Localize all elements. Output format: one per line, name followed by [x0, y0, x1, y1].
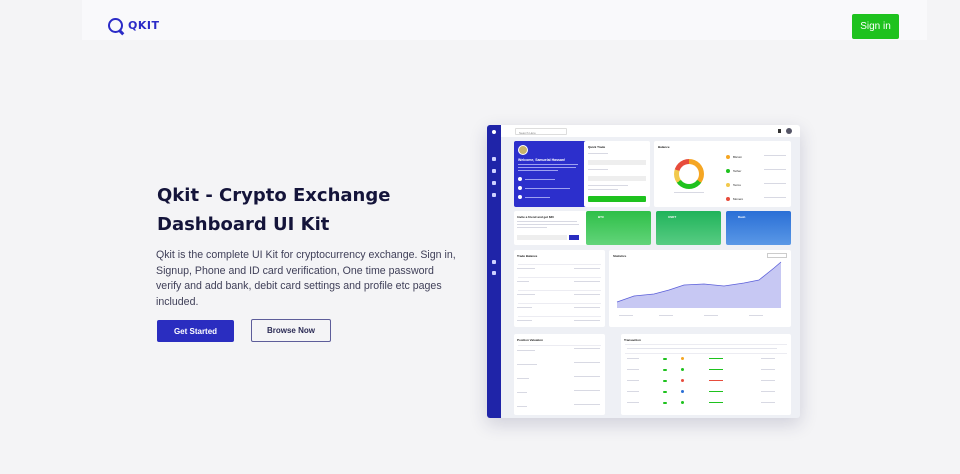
preview-search: Search Here	[515, 128, 567, 135]
sign-in-button[interactable]: Sign in	[852, 14, 899, 39]
preview-sidebar	[487, 125, 501, 418]
hero-title: Qkit - Crypto Exchange Dashboard UI Kit	[157, 185, 391, 235]
preview-donut-chart	[674, 159, 704, 189]
preview-wallet-btc: BTC	[586, 211, 651, 245]
logo-text: QKIT	[128, 19, 160, 32]
preview-wallet-dash: Dash	[726, 211, 791, 245]
preview-quick-trade: Quick Trade	[584, 141, 650, 207]
hero-description: Qkit is the complete UI Kit for cryptocu…	[156, 249, 456, 308]
preview-transactions: Transaction	[621, 334, 791, 415]
top-navbar	[82, 0, 927, 40]
preview-avatar	[518, 145, 528, 155]
preview-position-valuation: Position Valuation	[514, 334, 605, 415]
preview-trade-balance: Trade Balance	[514, 250, 605, 327]
logo[interactable]: QKIT	[108, 18, 159, 33]
preview-area-chart	[616, 261, 782, 308]
preview-wallet-usdt: USDT	[656, 211, 721, 245]
browse-now-button[interactable]: Browse Now	[251, 319, 331, 342]
get-started-button[interactable]: Get Started	[157, 320, 234, 342]
logo-mark-icon	[108, 18, 123, 33]
preview-balance-card: Balance Bitcoin Tether Tezos Monero	[654, 141, 791, 207]
preview-statistics: Statistics	[609, 250, 791, 327]
dashboard-preview-image: Search Here Welcome, Samuelal Hassan! Qu…	[487, 125, 800, 418]
preview-topbar: Search Here	[501, 125, 800, 137]
